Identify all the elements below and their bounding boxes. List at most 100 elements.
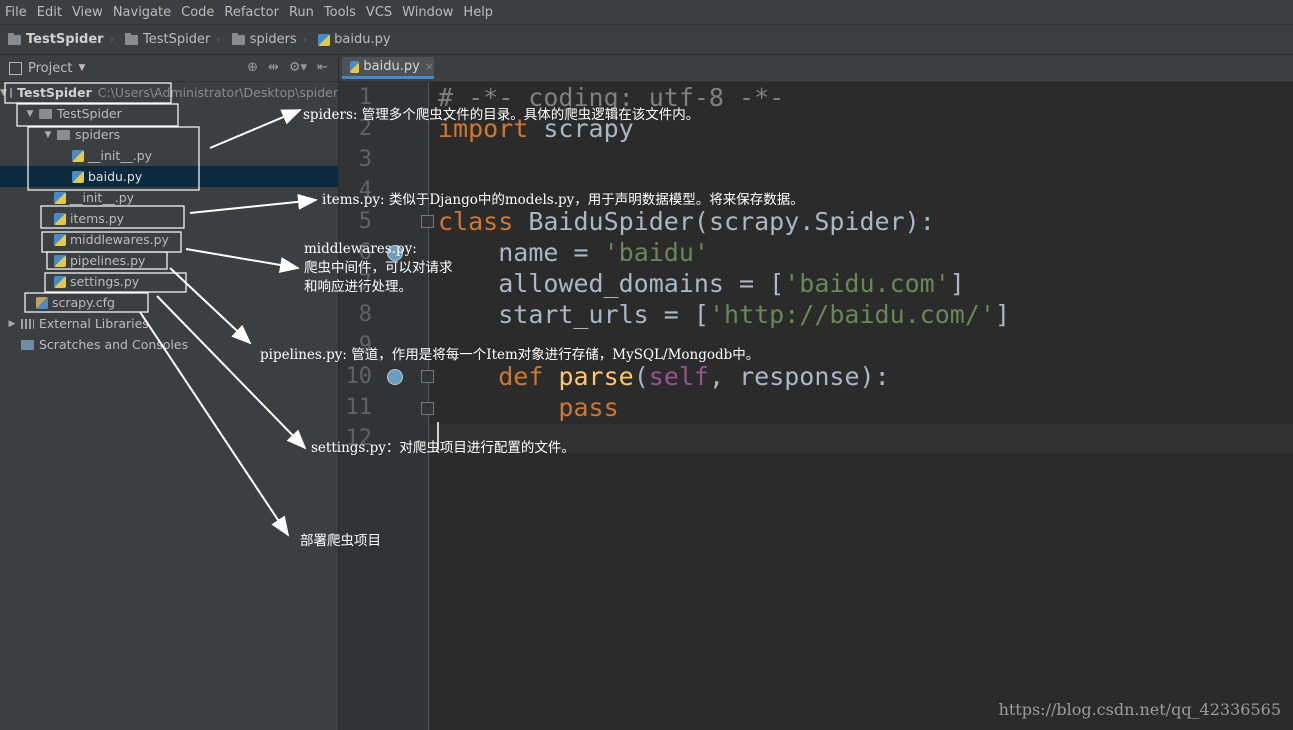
tab-baidu-py[interactable]: baidu.py × — [342, 57, 434, 79]
chevron-right-icon: › — [216, 33, 221, 46]
annotation-items: items.py: 类似于Django中的models.py，用于声明数据模型。… — [322, 192, 804, 208]
tree-item-label: baidu.py — [88, 169, 143, 184]
close-icon[interactable]: × — [425, 60, 434, 73]
tree-item[interactable]: baidu.py — [0, 166, 338, 187]
python-file-icon — [54, 233, 66, 246]
tree-item[interactable]: items.py — [0, 208, 338, 229]
fold-marker-icon[interactable] — [421, 402, 434, 415]
breadcrumb: TestSpider › TestSpider › spiders › baidu.p… — [0, 25, 1293, 55]
tree-item[interactable]: settings.py — [0, 271, 338, 292]
tree-item-label: settings.py — [70, 274, 140, 289]
chevron-right-icon: › — [302, 33, 308, 46]
breadcrumb-item-package[interactable]: TestSpider › — [117, 32, 224, 47]
tree-item[interactable]: ▼ TestSpider — [0, 103, 338, 124]
fold-marker-icon[interactable] — [421, 370, 434, 383]
python-file-icon — [54, 254, 66, 267]
fold-marker-icon[interactable] — [421, 215, 434, 228]
tree-item[interactable]: scrapy.cfg — [0, 292, 338, 313]
tree-item[interactable]: __init__.py — [0, 145, 338, 166]
project-tree: ▼ TestSpider C:\Users\Administrator\Desk… — [0, 82, 339, 730]
line-number: 10 — [345, 364, 373, 389]
python-file-icon — [350, 60, 360, 73]
tree-item-label: middlewares.py — [70, 232, 169, 247]
project-panel-header: Project ▼ ⊕ ⇹ ⚙▾ ⇤ — [0, 55, 338, 82]
folder-icon — [57, 129, 70, 140]
tree-item[interactable]: middlewares.py — [0, 229, 338, 250]
tree-item[interactable]: __init__.py — [0, 187, 338, 208]
code-line: pass — [558, 393, 619, 422]
code-editor[interactable]: 1 2 3 4 5 6 7 8 9 10 11 12 # -*- coding: utf-8 -*- i… — [339, 82, 1293, 730]
breadcrumb-item-file[interactable]: baidu.py — [310, 32, 393, 47]
menu-edit[interactable]: Edit — [32, 5, 67, 20]
chevron-right-icon[interactable]: ▶ — [6, 319, 18, 329]
folder-icon — [39, 108, 52, 119]
project-icon — [9, 61, 22, 75]
collapse-all-icon[interactable]: ⇹ — [268, 60, 279, 75]
chevron-down-icon[interactable]: ▼ — [42, 130, 54, 140]
menu-file[interactable]: File — [0, 5, 32, 20]
scratch-icon — [21, 339, 34, 350]
menu-vcs[interactable]: VCS — [361, 5, 397, 20]
menu-run[interactable]: Run — [284, 5, 319, 20]
folder-icon — [8, 32, 21, 45]
tree-root[interactable]: ▼ TestSpider C:\Users\Administrator\Desk… — [0, 82, 338, 103]
tree-item[interactable]: pipelines.py — [0, 250, 338, 271]
tree-item-label: Scratches and Consoles — [39, 337, 189, 352]
python-file-icon — [72, 149, 84, 162]
code-line: def parse(self, response): — [498, 362, 890, 391]
code-line: start_urls = ['http://baidu.com/'] — [498, 300, 1010, 329]
folder-icon — [231, 32, 245, 45]
tree-item-label: __init__.py — [88, 148, 153, 163]
python-file-icon — [54, 275, 66, 288]
chevron-down-icon[interactable]: ▼ — [0, 88, 7, 98]
library-icon — [21, 318, 34, 329]
python-file-icon — [54, 212, 66, 225]
tree-item-label: __init__.py — [70, 190, 135, 205]
code-line: allowed_domains = ['baidu.com'] — [498, 269, 965, 298]
menu-help[interactable]: Help — [458, 5, 498, 20]
tree-item[interactable]: ▼ spiders — [0, 124, 338, 145]
folder-icon — [9, 87, 13, 98]
editor-tab-bar: baidu.py × — [339, 55, 1293, 82]
chevron-down-icon[interactable]: ▼ — [24, 109, 36, 119]
tree-item[interactable]: ▶ External Libraries — [0, 313, 338, 334]
line-number: 3 — [358, 147, 372, 172]
watermark: https://blog.csdn.net/qq_42336565 — [998, 700, 1281, 719]
annotation-middlewares-title: middlewares.py: — [304, 241, 417, 257]
line-number: 5 — [358, 209, 372, 234]
breadcrumb-item-project[interactable]: TestSpider › — [0, 32, 117, 47]
hide-panel-icon[interactable]: ⇤ — [317, 60, 328, 75]
code-line: class BaiduSpider(scrapy.Spider): — [438, 207, 935, 236]
annotation-middlewares-line2: 和响应进行处理。 — [304, 279, 412, 295]
menu-window[interactable]: Window — [397, 5, 458, 20]
override-gutter-icon[interactable] — [387, 369, 403, 385]
python-file-icon — [318, 33, 331, 46]
menu-refactor[interactable]: Refactor — [219, 5, 284, 20]
annotation-scrapy-cfg: 部署爬虫项目 — [300, 533, 381, 549]
menu-tools[interactable]: Tools — [319, 5, 361, 20]
tree-item-label: External Libraries — [39, 316, 149, 331]
tree-item-label: scrapy.cfg — [52, 295, 115, 310]
scroll-from-source-icon[interactable]: ⊕ — [247, 60, 258, 75]
annotation-spiders: spiders: 管理多个爬虫文件的目录。具体的爬虫逻辑在该文件内。 — [303, 107, 700, 123]
annotation-settings: settings.py：对爬虫项目进行配置的文件。 — [311, 440, 575, 456]
tree-item-label: spiders — [75, 127, 121, 142]
config-file-icon — [36, 296, 48, 309]
gear-icon[interactable]: ⚙▾ — [289, 60, 307, 75]
folder-icon — [124, 32, 138, 45]
python-file-icon — [54, 191, 66, 204]
tree-item-label: TestSpider — [57, 106, 122, 121]
breadcrumb-item-spiders[interactable]: spiders › — [224, 32, 310, 47]
chevron-right-icon: › — [109, 33, 114, 46]
project-panel-title[interactable]: Project — [28, 61, 72, 76]
line-number: 8 — [358, 302, 372, 327]
annotation-middlewares-line1: 爬虫中间件，可以对请求 — [304, 260, 453, 276]
python-file-icon — [72, 170, 84, 183]
tree-item-label: pipelines.py — [70, 253, 146, 268]
menu-bar: File Edit View Navigate Code Refactor Ru… — [0, 0, 1293, 25]
menu-navigate[interactable]: Navigate — [108, 5, 176, 20]
chevron-down-icon[interactable]: ▼ — [78, 63, 85, 73]
menu-code[interactable]: Code — [176, 5, 219, 20]
tree-item-label: items.py — [70, 211, 125, 226]
menu-view[interactable]: View — [67, 5, 108, 20]
